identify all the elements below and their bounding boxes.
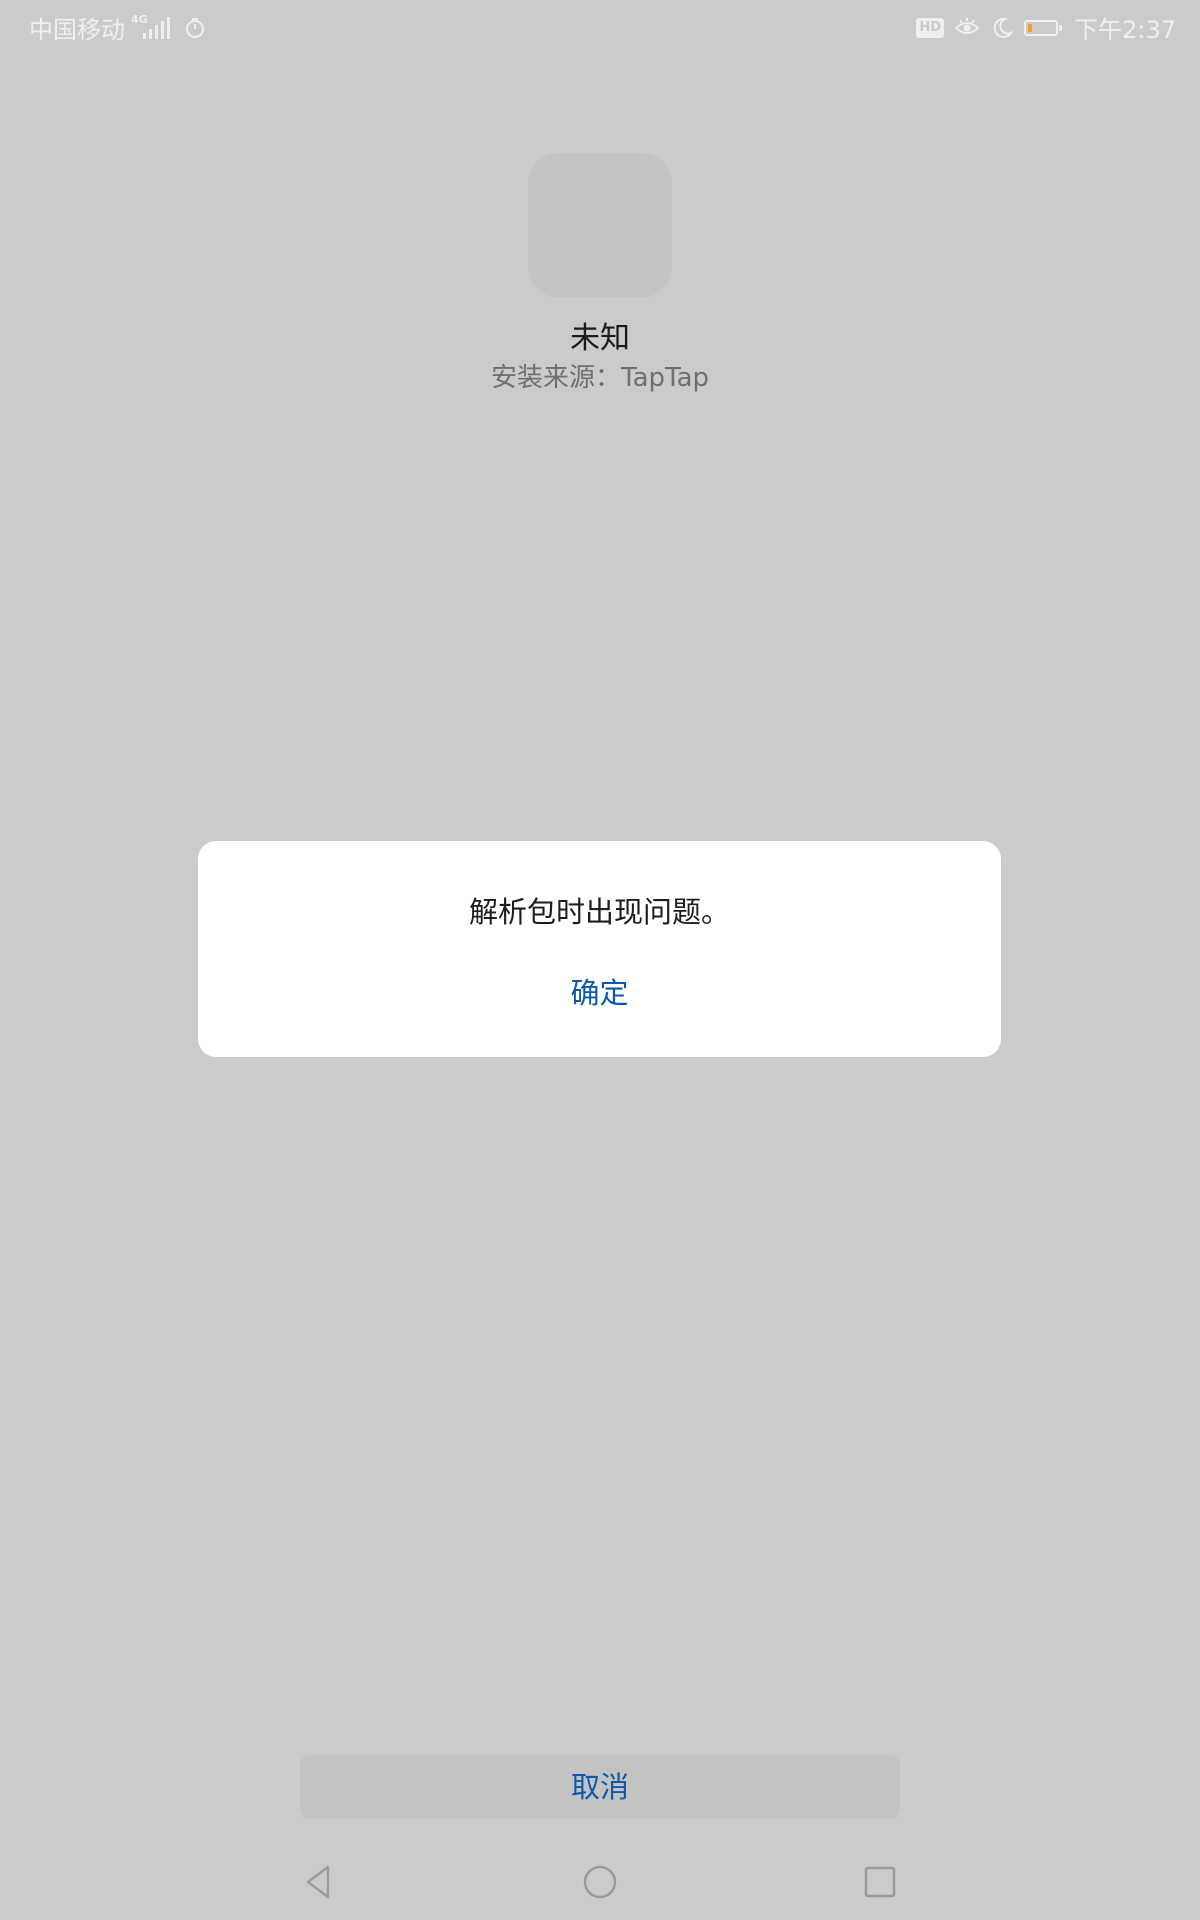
status-bar: 中国移动 4G HD 下午2:37 <box>0 0 1200 50</box>
parse-error-dialog: 解析包时出现问题。 确定 <box>198 841 1001 1057</box>
signal-icon: 4G <box>131 12 170 39</box>
recent-apps-icon[interactable] <box>855 1857 905 1907</box>
home-icon[interactable] <box>575 1857 625 1907</box>
install-source: 安装来源：TapTap <box>490 363 710 393</box>
eye-comfort-icon <box>954 17 980 34</box>
clock-time: 下午2:37 <box>1074 16 1176 44</box>
navigation-bar <box>0 1845 1200 1920</box>
cancel-button[interactable]: 取消 <box>300 1755 900 1819</box>
app-placeholder-icon <box>528 153 672 297</box>
timer-icon <box>186 17 204 38</box>
battery-icon <box>1024 19 1063 36</box>
network-type: 4G <box>131 12 148 26</box>
package-installer-screen: 中国移动 4G HD 下午2:37 未知 安装来源：TapTap 解析包时出现问… <box>0 0 1200 1920</box>
battery-level-fill <box>1028 23 1033 32</box>
status-right: HD 下午2:37 <box>916 10 1176 45</box>
back-icon[interactable] <box>295 1857 345 1907</box>
do-not-disturb-moon-icon <box>993 17 1014 38</box>
hd-icon: HD <box>916 17 945 38</box>
status-left: 中国移动 4G <box>29 10 206 45</box>
carrier-name: 中国移动 <box>29 16 125 44</box>
app-name: 未知 <box>570 321 630 356</box>
confirm-button[interactable]: 确定 <box>498 961 701 1025</box>
dialog-message: 解析包时出现问题。 <box>468 895 730 929</box>
